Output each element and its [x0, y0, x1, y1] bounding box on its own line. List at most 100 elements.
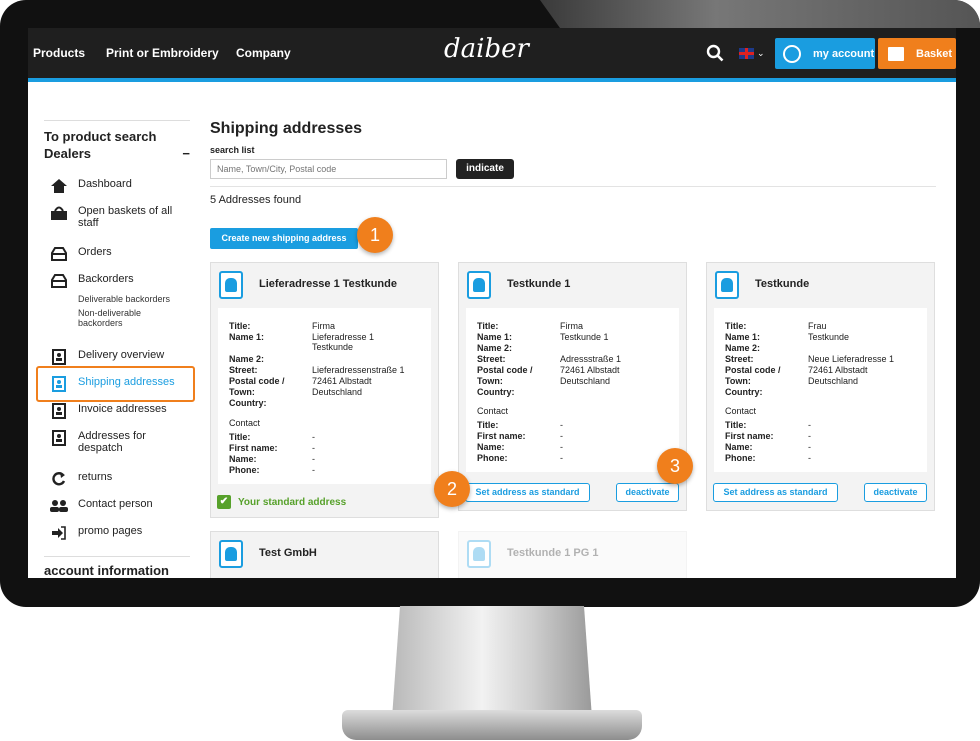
sidebar-item-backorders[interactable]: Backorders [50, 273, 134, 289]
monitor-base [342, 710, 642, 740]
sidebar-label: Open baskets of all staff [78, 205, 173, 229]
results-count: 5 Addresses found [210, 194, 302, 206]
basket-icon [50, 205, 68, 221]
contact-book-icon [50, 349, 68, 365]
sidebar-label: Invoice addresses [78, 403, 167, 415]
return-icon [50, 471, 68, 487]
address-card: Testkunde Title: Frau Name 1: Testkunde Na… [706, 262, 935, 511]
contact-book-icon [467, 540, 491, 568]
label-name1: Name 1: [725, 332, 761, 342]
sidebar-label: promo pages [78, 525, 143, 537]
indicate-button[interactable]: indicate [456, 159, 514, 179]
sidebar-label: returns [78, 471, 113, 483]
address-card: Lieferadresse 1 Testkunde Title: Firma Na… [210, 262, 439, 518]
sidebar-sub-non-deliverable[interactable]: Non-deliverable backorders [78, 308, 186, 328]
value-name: - [312, 454, 315, 464]
label-name: Name: [725, 442, 753, 452]
dealers-heading[interactable]: Dealers − [44, 146, 190, 161]
inbox-icon [50, 273, 68, 289]
deactivate-button[interactable]: deactivate [616, 483, 679, 502]
value-name: - [808, 442, 811, 452]
sidebar-label: Backorders [78, 273, 134, 285]
contact-book-icon [219, 540, 243, 568]
create-shipping-address-button[interactable]: Create new shipping address [210, 228, 358, 249]
value-phone: - [312, 465, 315, 475]
label-postal: Postal code / [725, 365, 781, 375]
sidebar-label: Delivery overview [78, 349, 165, 361]
my-account-button[interactable]: my account [775, 38, 875, 69]
value-street: Adressstraße 1 [560, 354, 622, 364]
logo[interactable]: daiber [444, 34, 548, 70]
value-postal-town: 72461 Albstadt [808, 365, 868, 375]
nav-products[interactable]: Products [33, 46, 85, 60]
value-name1: Testkunde [808, 332, 850, 342]
sidebar-item-dashboard[interactable]: Dashboard [50, 178, 132, 194]
contact-book-icon [467, 271, 491, 299]
sidebar-highlight-frame [36, 366, 195, 402]
label-title: Title: [229, 321, 251, 331]
value-country: Deutschland [312, 387, 363, 397]
address-card-title: Test GmbH [259, 547, 317, 559]
address-card: Testkunde 1 Title: Firma Name 1: Testkunde… [458, 262, 687, 511]
nav-company[interactable]: Company [236, 46, 291, 60]
sidebar-item-addresses-for-despatch[interactable]: Addresses for despatch [50, 430, 180, 454]
check-icon: ✔ [217, 495, 231, 509]
value-street: Lieferadressenstraße 1 [312, 365, 405, 375]
sidebar-item-delivery-overview[interactable]: Delivery overview [50, 349, 164, 365]
user-icon [783, 44, 801, 63]
basket-icon [888, 46, 904, 61]
value-title: Frau [808, 321, 827, 331]
label-town: Town: [725, 376, 751, 386]
account-information-heading[interactable]: account information [44, 556, 190, 578]
sidebar-item-orders[interactable]: Orders [50, 246, 112, 262]
search-input[interactable] [210, 159, 447, 179]
bezel-highlight [540, 0, 980, 28]
set-standard-button[interactable]: Set address as standard [713, 483, 838, 502]
contact-book-icon [50, 430, 68, 446]
value-postal-town: 72461 Albstadt [560, 365, 620, 375]
value-phone: - [560, 453, 563, 463]
product-search-link[interactable]: To product search [44, 120, 190, 144]
address-details: Title: Firma Name 1: Lieferadresse 1 Testk… [218, 308, 431, 484]
nav-print-embroidery[interactable]: Print or Embroidery [106, 46, 219, 60]
address-card-title: Lieferadresse 1 Testkunde [259, 278, 397, 290]
collapse-icon[interactable]: − [182, 146, 190, 161]
divider [210, 186, 936, 187]
sidebar-item-promo-pages[interactable]: promo pages [50, 525, 142, 541]
value-country: Deutschland [808, 376, 859, 386]
value-postal-town: 72461 Albstadt [312, 376, 372, 386]
label-country: Country: [725, 387, 763, 397]
sidebar-item-contact-person[interactable]: Contact person [50, 498, 153, 514]
search-label: search list [210, 145, 255, 155]
people-icon [50, 498, 68, 514]
standard-address-status: ✔ Your standard address [217, 495, 346, 509]
label-postal: Postal code / [477, 365, 533, 375]
search-icon[interactable] [706, 44, 724, 62]
sidebar-item-open-baskets[interactable]: Open baskets of all staff [50, 205, 190, 229]
label-name1: Name 1: [229, 332, 265, 342]
sidebar-item-invoice-addresses[interactable]: Invoice addresses [50, 403, 167, 419]
sidebar-sub-deliverable[interactable]: Deliverable backorders [78, 294, 170, 304]
sidebar-item-returns[interactable]: returns [50, 471, 112, 487]
value-name: - [560, 442, 563, 452]
deactivate-button[interactable]: deactivate [864, 483, 927, 502]
label-title: Title: [477, 321, 499, 331]
value-first-name: - [560, 431, 563, 441]
value-contact-title: - [808, 420, 811, 430]
value-street: Neue Lieferadresse 1 [808, 354, 895, 364]
set-standard-button[interactable]: Set address as standard [465, 483, 590, 502]
callout-badge: 3 [657, 448, 693, 484]
dealers-label: Dealers [44, 146, 91, 161]
standard-address-label: Your standard address [238, 496, 347, 508]
value-contact-title: - [312, 432, 315, 442]
label-phone: Phone: [229, 465, 260, 475]
label-name2: Name 2: [229, 354, 265, 364]
language-selector[interactable]: ⌄ [739, 46, 769, 60]
basket-button[interactable]: Basket [878, 38, 956, 69]
label-title: Title: [725, 321, 747, 331]
top-navigation: Products Print or Embroidery Company dai… [28, 28, 956, 78]
value-name1: Testkunde 1 [560, 332, 609, 342]
label-street: Street: [477, 354, 506, 364]
address-details: Title: Firma Name 1: Testkunde 1 Name 2: S… [466, 308, 679, 472]
label-street: Street: [229, 365, 258, 375]
